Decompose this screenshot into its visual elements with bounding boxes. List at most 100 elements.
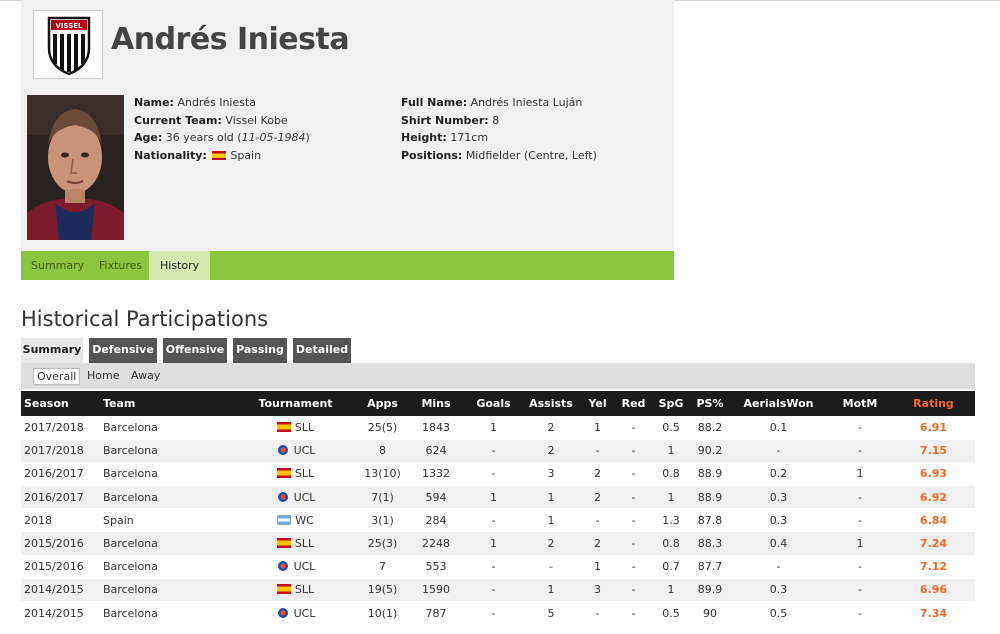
cell-tournament[interactable]: UCL	[234, 601, 357, 626]
cell-motm: 1	[828, 462, 892, 487]
cell-yel: 1	[579, 555, 616, 579]
cell-goals: -	[464, 439, 523, 463]
cell-aerials: 0.3	[729, 485, 828, 510]
detail-current-team: Current Team: Vissel Kobe	[134, 113, 288, 127]
cell-team[interactable]: Spain	[100, 508, 234, 533]
col-goals[interactable]: Goals	[464, 391, 523, 416]
cell-apps: 25(3)	[357, 531, 408, 556]
cell-season: 2015/2016	[21, 531, 100, 556]
cell-motm: -	[828, 578, 892, 603]
cell-red: -	[616, 508, 651, 533]
cell-apps: 25(5)	[357, 416, 408, 440]
col-assists[interactable]: Assists	[523, 391, 579, 416]
cell-team[interactable]: Barcelona	[100, 578, 234, 603]
cell-tournament[interactable]: UCL	[234, 485, 357, 510]
cell-spg: 1	[651, 578, 691, 603]
cell-tournament[interactable]: SLL	[234, 531, 357, 556]
subtab-offensive[interactable]: Offensive	[163, 338, 227, 363]
col-spg[interactable]: SpG	[651, 391, 691, 416]
filter-bar: Overall Home Away	[21, 363, 975, 389]
cell-assists: 1	[523, 508, 579, 533]
table-row[interactable]: 2018 Spain WC 3(1) 284-1- -1.3 87.8 0.3-6.84	[21, 508, 975, 533]
cell-ps: 88.3	[691, 531, 729, 556]
col-red[interactable]: Red	[616, 391, 651, 416]
cell-spg: 0.7	[651, 555, 691, 579]
cell-aerials: 0.2	[729, 462, 828, 487]
col-yel[interactable]: Yel	[579, 391, 616, 416]
subtab-defensive[interactable]: Defensive	[89, 338, 157, 363]
club-logo[interactable]: VISSEL	[33, 10, 103, 79]
cell-tournament[interactable]: SLL	[234, 416, 357, 440]
cell-team[interactable]: Barcelona	[100, 416, 234, 440]
cell-mins: 284	[408, 508, 464, 533]
cell-team[interactable]: Barcelona	[100, 531, 234, 556]
cell-motm: -	[828, 508, 892, 533]
ucl-ball-icon	[277, 607, 288, 618]
subtab-passing[interactable]: Passing	[233, 338, 287, 363]
filter-away[interactable]: Away	[128, 368, 163, 385]
cell-season: 2014/2015	[21, 601, 100, 626]
table-row[interactable]: 2014/2015 Barcelona UCL 10(1) 787-5- -0.5 90 0.…	[21, 601, 975, 626]
subtab-summary[interactable]: Summary	[21, 338, 83, 364]
cell-yel: 2	[579, 485, 616, 510]
cell-team[interactable]: Barcelona	[100, 462, 234, 487]
cell-goals: 1	[464, 416, 523, 440]
table-row[interactable]: 2015/2016 Barcelona UCL 7 553- -1-0.7 87.7- -7.…	[21, 555, 975, 579]
table-row[interactable]: 2016/2017 Barcelona SLL 13(10) 1332-3 2-0.8 88…	[21, 462, 975, 487]
cell-yel: 3	[579, 578, 616, 603]
nav-fixtures[interactable]: Fixtures	[99, 251, 142, 280]
cell-mins: 553	[408, 555, 464, 579]
cell-aerials: 0.3	[729, 578, 828, 603]
cell-season: 2015/2016	[21, 555, 100, 579]
cell-tournament[interactable]: SLL	[234, 578, 357, 603]
player-nav-bar: Summary Fixtures History	[21, 251, 674, 280]
cell-apps: 3(1)	[357, 508, 408, 533]
nav-history[interactable]: History	[149, 251, 211, 280]
table-row[interactable]: 2015/2016 Barcelona SLL 25(3) 2248 1 2 2-0.8 88.…	[21, 531, 975, 556]
col-rating[interactable]: Rating	[892, 391, 975, 416]
cell-aerials: 0.1	[729, 416, 828, 440]
col-ps[interactable]: PS%	[691, 391, 729, 416]
col-tournament[interactable]: Tournament	[234, 391, 357, 416]
col-aerials[interactable]: AerialsWon	[729, 391, 828, 416]
cell-tournament[interactable]: UCL	[234, 439, 357, 463]
cell-goals: 1	[464, 531, 523, 556]
cell-team[interactable]: Barcelona	[100, 485, 234, 510]
cell-red: -	[616, 462, 651, 487]
table-row[interactable]: 2017/2018 Barcelona SLL 25(5) 1843 1 2 1-0.5 88.…	[21, 416, 975, 440]
cell-team[interactable]: Barcelona	[100, 601, 234, 626]
cell-tournament[interactable]: SLL	[234, 462, 357, 487]
cell-motm: -	[828, 555, 892, 579]
col-season[interactable]: Season	[21, 391, 100, 416]
cell-assists: 2	[523, 416, 579, 440]
cell-team[interactable]: Barcelona	[100, 439, 234, 463]
col-apps[interactable]: Apps	[357, 391, 408, 416]
cell-ps: 88.2	[691, 416, 729, 440]
subtab-detailed[interactable]: Detailed	[293, 338, 351, 363]
table-row[interactable]: 2014/2015 Barcelona SLL 19(5) 1590-1 3-1 89.9 0…	[21, 578, 975, 603]
cell-season: 2014/2015	[21, 578, 100, 603]
cell-tournament[interactable]: UCL	[234, 555, 357, 579]
cell-spg: 0.8	[651, 462, 691, 487]
cell-spg: 1.3	[651, 508, 691, 533]
cell-goals: -	[464, 508, 523, 533]
col-motm[interactable]: MotM	[828, 391, 892, 416]
cell-yel: -	[579, 601, 616, 626]
cell-goals: -	[464, 462, 523, 487]
filter-home[interactable]: Home	[84, 368, 122, 385]
cell-mins: 1332	[408, 462, 464, 487]
nav-summary[interactable]: Summary	[31, 251, 84, 280]
cell-aerials: 0.5	[729, 601, 828, 626]
table-row[interactable]: 2017/2018 Barcelona UCL 8 624-2- -1 90.2- -7.15	[21, 439, 975, 463]
table-row[interactable]: 2016/2017 Barcelona UCL 7(1) 594 1 1 2-1 88.9 0.3…	[21, 485, 975, 510]
cell-team[interactable]: Barcelona	[100, 555, 234, 579]
cell-rating: 7.12	[892, 555, 975, 579]
cell-apps: 8	[357, 439, 408, 463]
cell-rating: 7.34	[892, 601, 975, 626]
col-team[interactable]: Team	[100, 391, 234, 416]
cell-tournament[interactable]: WC	[234, 508, 357, 533]
cell-spg: 0.8	[651, 531, 691, 556]
filter-overall[interactable]: Overall	[33, 368, 81, 385]
spain-flag-icon	[276, 421, 291, 432]
col-mins[interactable]: Mins	[408, 391, 464, 416]
